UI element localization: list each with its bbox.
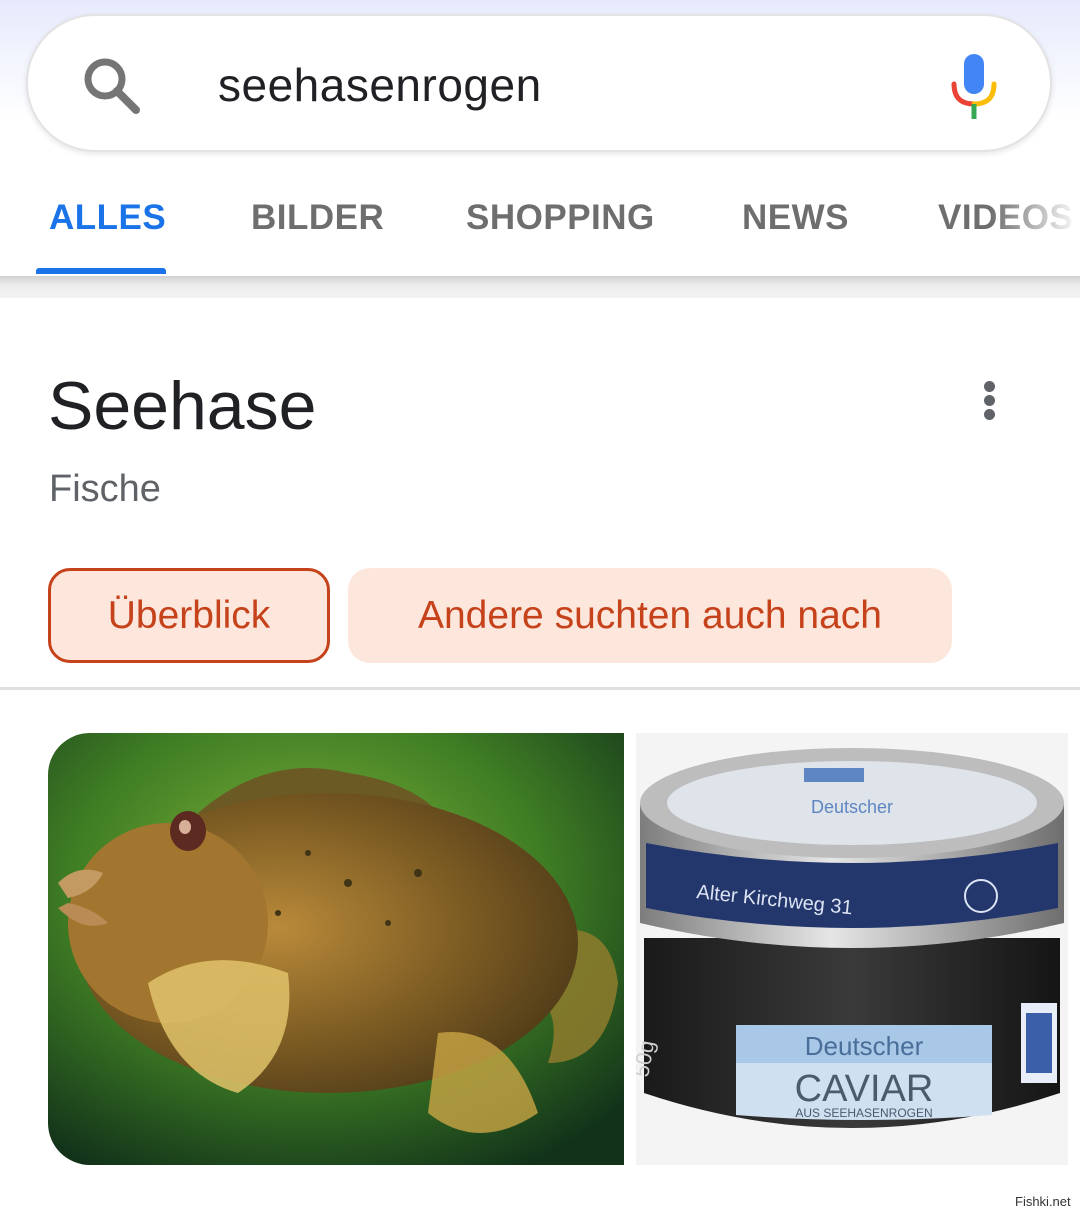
microphone-icon[interactable] — [948, 52, 1000, 122]
chip-andere-suchten[interactable]: Andere suchten auch nach — [348, 568, 952, 663]
more-vert-icon[interactable] — [976, 378, 1004, 422]
tabs-fade — [990, 190, 1080, 250]
watermark: Fishki.net — [1012, 1193, 1074, 1210]
lumpfish-image[interactable] — [48, 733, 624, 1165]
tab-bilder[interactable]: BILDER — [251, 198, 384, 238]
jar-label-line1: Deutscher — [805, 1031, 924, 1061]
search-icon[interactable] — [80, 54, 144, 118]
knowledge-panel-title: Seehase — [48, 368, 317, 444]
search-input[interactable]: seehasenrogen — [218, 58, 542, 112]
tab-shopping[interactable]: SHOPPING — [466, 198, 655, 238]
knowledge-panel-subtitle: Fische — [49, 468, 161, 510]
lumpfish-illustration — [48, 733, 624, 1165]
jar-label-line3: AUS SEEHASENROGEN — [795, 1106, 932, 1120]
search-bar[interactable]: seehasenrogen — [26, 14, 1052, 152]
caviar-jar-image[interactable]: Deutscher Alter Kirchweg 31 50g Deutsche… — [636, 733, 1068, 1165]
search-tabs: ALLES BILDER SHOPPING NEWS VIDEOS — [0, 170, 1080, 276]
search-header: seehasenrogen ALLES BILDER SHOPPING NEWS… — [0, 0, 1080, 276]
caviar-jar-illustration: Deutscher Alter Kirchweg 31 50g Deutsche… — [636, 733, 1068, 1165]
tab-alles[interactable]: ALLES — [49, 198, 166, 238]
chip-ueberblick[interactable]: Überblick — [48, 568, 330, 663]
jar-label-line2: CAVIAR — [795, 1068, 934, 1110]
chips-divider — [0, 687, 1080, 690]
active-tab-indicator — [36, 268, 166, 274]
tab-news[interactable]: NEWS — [742, 198, 849, 238]
jar-lid-text: Deutscher — [811, 797, 893, 817]
tabs-separator — [0, 276, 1080, 298]
